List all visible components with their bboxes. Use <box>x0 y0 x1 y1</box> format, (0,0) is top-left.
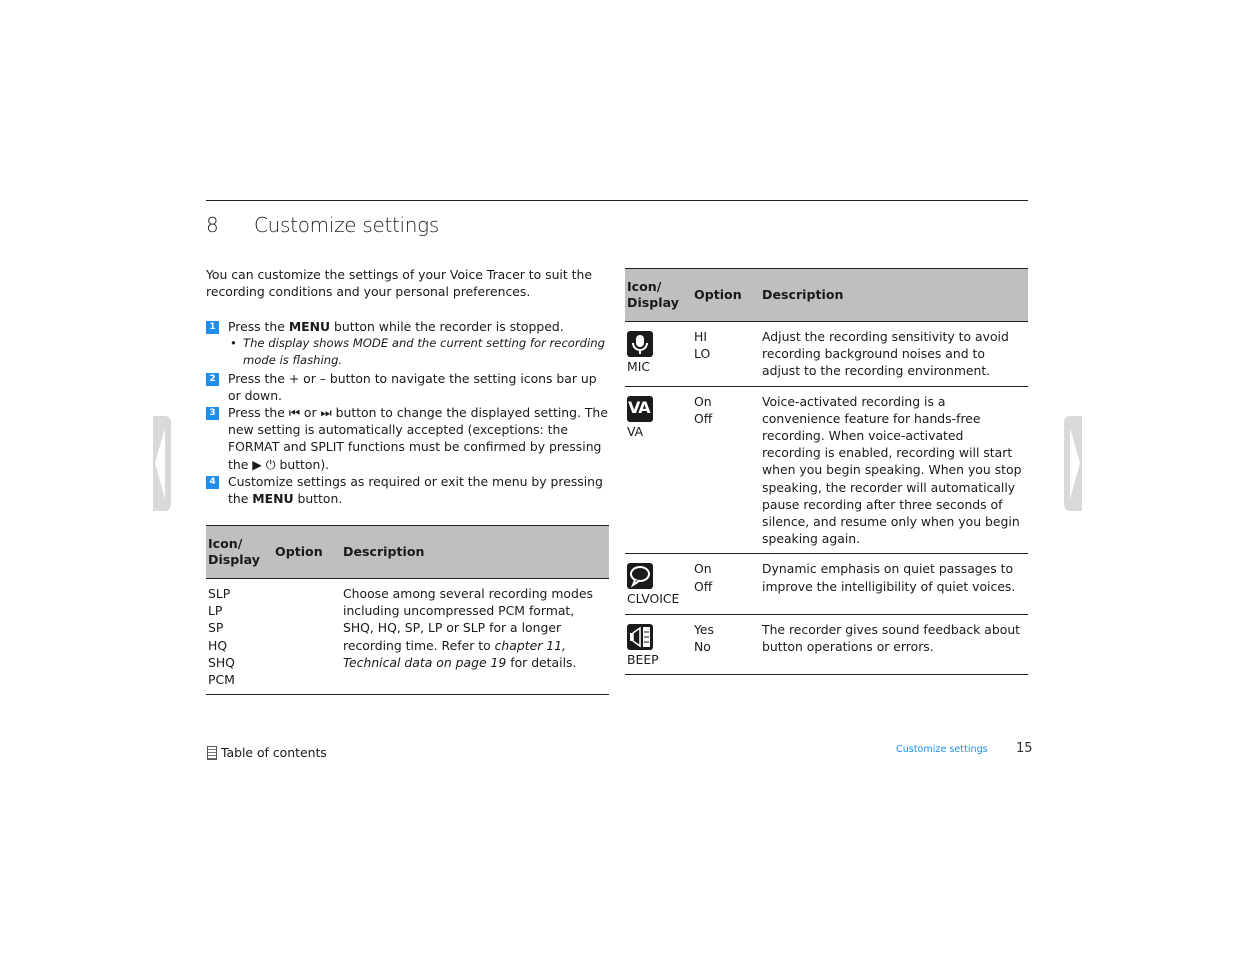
settings-table: Icon/ Display Option Description MIC HI … <box>625 268 1028 675</box>
display-value: SP <box>208 620 224 636</box>
steps-list: 1 Press the MENU button while the record… <box>206 318 611 507</box>
table-header-row: Icon/ Display Option Description <box>206 525 609 579</box>
header-description: Description <box>341 525 609 579</box>
step-result: The display shows MODE and the current s… <box>228 335 611 369</box>
step-text: Press the ⏮ or ⏭ button to change the di… <box>228 405 608 472</box>
step-text: Press the <box>228 319 289 334</box>
option-value: Off <box>694 578 713 594</box>
option-value: On <box>694 393 712 409</box>
option-cell: Yes No <box>692 614 760 675</box>
option-value: No <box>694 638 711 654</box>
header-icon-display: Icon/ Display <box>625 268 692 322</box>
table-of-contents-link[interactable]: Table of contents <box>207 745 327 760</box>
icon-label: BEEP <box>627 651 659 667</box>
option-cell: On Off <box>692 386 760 555</box>
display-cell: SLP LP SP HQ SHQ PCM <box>206 578 273 696</box>
icon-cell: BEEP <box>625 614 692 675</box>
step-number: 1 <box>206 321 219 334</box>
option-cell: HI LO <box>692 321 760 387</box>
description-text: for details. <box>506 654 577 670</box>
intro-paragraph: You can customize the settings of your V… <box>206 267 593 300</box>
microphone-icon <box>627 331 653 357</box>
top-rule <box>206 200 1028 201</box>
table-row-mic: MIC HI LO Adjust the recording sensitivi… <box>625 321 1028 387</box>
display-value: SHQ <box>208 654 235 670</box>
option-cell: On Off <box>692 553 760 615</box>
display-value: PCM <box>208 672 235 688</box>
table-row-va: VA VA On Off Voice-activated recording i… <box>625 386 1028 555</box>
chevron-right-icon <box>1070 428 1080 499</box>
step-number: 4 <box>206 475 219 489</box>
display-value: LP <box>208 603 223 619</box>
description-cell: Dynamic emphasis on quiet passages to im… <box>760 553 1028 615</box>
step-text: button while the recorder is stopped. <box>330 319 564 334</box>
option-value: Yes <box>694 621 715 637</box>
step-3: 3 Press the ⏮ or ⏭ button to change the … <box>206 404 611 473</box>
option-value: HI <box>694 329 707 344</box>
footer-section-link[interactable]: Customize settings <box>896 744 988 755</box>
page-title: 8 Customize settings <box>206 213 439 237</box>
header-option: Option <box>692 268 760 322</box>
table-row: SLP LP SP HQ SHQ PCM Choose among severa… <box>206 578 609 696</box>
icon-cell: MIC <box>625 321 692 387</box>
description-cell: Choose among several recording modes inc… <box>341 578 609 696</box>
speaker-beep-icon <box>627 623 653 650</box>
table-row-beep: BEEP Yes No The recorder gives sound fee… <box>625 614 1028 675</box>
page-number: 15 <box>1016 741 1033 756</box>
description-cell: Adjust the recording sensitivity to avoi… <box>760 321 1028 387</box>
step-2: 2 Press the + or – button to navigate th… <box>206 370 611 404</box>
display-value: SLP <box>208 586 231 601</box>
table-row-clvoice: CLVOICE On Off Dynamic emphasis on quiet… <box>625 553 1028 615</box>
option-value: On <box>694 561 712 577</box>
icon-cell: VA VA <box>625 386 692 555</box>
step-4: 4 Customize settings as required or exit… <box>206 473 611 507</box>
display-value: HQ <box>208 637 228 653</box>
option-value: Off <box>694 410 713 426</box>
step-number: 2 <box>206 372 219 386</box>
header-option: Option <box>273 525 341 579</box>
document-icon <box>207 745 217 760</box>
option-cell <box>273 578 341 696</box>
option-value: LO <box>694 346 711 362</box>
toc-label: Table of contents <box>221 745 327 760</box>
step-1: 1 Press the MENU button while the record… <box>206 318 611 370</box>
va-icon: VA <box>627 395 653 422</box>
header-description: Description <box>760 268 1028 322</box>
header-icon-display: Icon/ Display <box>206 525 273 579</box>
chapter-number: 8 <box>206 213 219 237</box>
speech-bubble-icon <box>627 563 653 590</box>
menu-keyword: MENU <box>288 319 331 334</box>
menu-keyword: MENU <box>252 491 294 507</box>
next-page-button[interactable] <box>1064 416 1082 511</box>
step-text: Press the + or – button to navigate the … <box>228 370 597 403</box>
recording-mode-table: Icon/ Display Option Description SLP LP … <box>206 525 609 696</box>
icon-cell: CLVOICE <box>625 553 692 615</box>
icon-label: CLVOICE <box>627 591 680 607</box>
table-header-row: Icon/ Display Option Description <box>625 268 1028 322</box>
chapter-title: Customize settings <box>254 213 440 237</box>
icon-label: VA <box>627 423 644 439</box>
va-icon-text: VA <box>628 397 651 417</box>
description-cell: Voice-activated recording is a convenien… <box>760 386 1028 555</box>
description-cell: The recorder gives sound feedback about … <box>760 614 1028 675</box>
chevron-left-icon <box>155 428 165 499</box>
previous-page-button[interactable] <box>153 416 171 511</box>
step-text: button. <box>293 491 343 507</box>
step-number: 3 <box>206 407 219 421</box>
icon-label: MIC <box>627 359 650 374</box>
